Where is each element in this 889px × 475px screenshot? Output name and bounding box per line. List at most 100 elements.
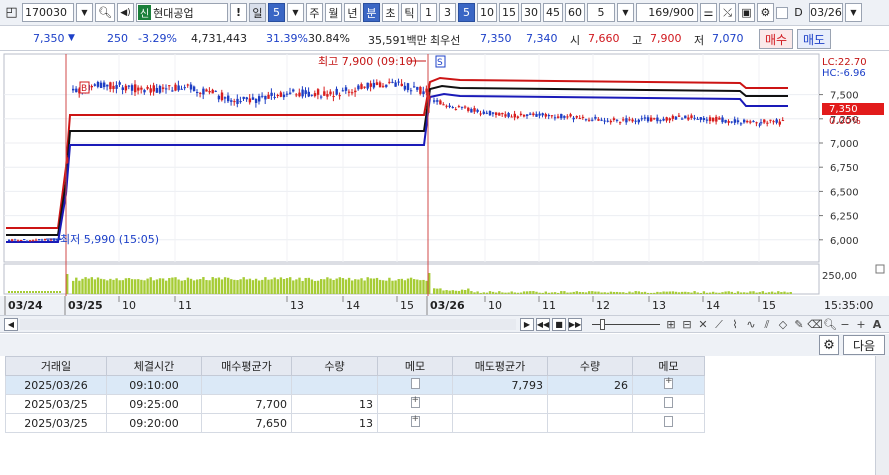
text-tool-icon[interactable]: ✎ (792, 318, 806, 331)
scroll-right-icon[interactable]: ▶ (520, 318, 534, 331)
candle (103, 82, 106, 88)
stop-icon[interactable]: ■ (552, 318, 566, 331)
memo-add-icon[interactable] (410, 395, 420, 408)
col-buy-avg[interactable]: 매수평균가 (201, 356, 292, 376)
candle (90, 86, 93, 88)
period-tick-button[interactable]: 틱 (400, 3, 418, 22)
font-size-icon[interactable]: A (870, 318, 884, 331)
custom-interval-dropdown-icon[interactable]: ▼ (616, 3, 634, 22)
col-exec-time[interactable]: 체결시간 (106, 356, 202, 376)
date-checkbox[interactable] (775, 6, 788, 19)
period-value[interactable]: 5 (267, 3, 285, 22)
rewind-icon[interactable]: ◀◀ (536, 318, 550, 331)
candle (671, 115, 675, 119)
zoom-in-icon[interactable]: + (854, 318, 868, 331)
table-row[interactable]: 2025/03/25 09:20:00 7,650 13 (5, 413, 705, 433)
alert-button[interactable]: ! (229, 3, 247, 22)
sound-icon[interactable]: ◀) (116, 3, 134, 22)
stock-name-box[interactable]: 신 현대공업 (135, 3, 228, 22)
candle (406, 83, 410, 91)
stock-code-dropdown-icon[interactable]: ▼ (76, 3, 93, 22)
scroll-left-icon[interactable]: ◀ (4, 318, 18, 331)
bar-count-input[interactable]: 169/900 (635, 3, 698, 22)
period-month-button[interactable]: 월 (324, 3, 342, 22)
interval-30-button[interactable]: 30 (520, 3, 541, 22)
interval-45-button[interactable]: 45 (542, 3, 563, 22)
memo-add-icon[interactable] (664, 376, 673, 389)
candle (491, 112, 495, 114)
trendline-icon[interactable]: ⟋ (712, 318, 726, 331)
interval-3-button[interactable]: 3 (438, 3, 456, 22)
interval-10-button[interactable]: 10 (476, 3, 497, 22)
search-icon[interactable]: 🔍︎ (95, 3, 115, 22)
crosshair-icon[interactable]: ✕ (696, 318, 710, 331)
custom-interval-input[interactable]: 5 (586, 3, 615, 22)
period-year-button[interactable]: 년 (343, 3, 361, 22)
volume-bar (140, 279, 143, 294)
memo-icon[interactable] (664, 397, 673, 408)
volume-bar (93, 279, 97, 294)
zoom-slider-handle[interactable] (600, 319, 605, 330)
period-week-button[interactable]: 주 (305, 3, 323, 22)
interval-5-button[interactable]: 5 (457, 3, 475, 22)
period-day-button[interactable]: 일 (248, 3, 266, 22)
chart-type-icon[interactable]: ⤯ (718, 3, 736, 22)
volume-bar (223, 277, 227, 294)
interval-60-button[interactable]: 60 (564, 3, 585, 22)
col-sell-memo[interactable]: 메모 (632, 356, 705, 376)
zoom-icon[interactable]: 🔍︎ (823, 318, 837, 331)
col-trade-date[interactable]: 거래일 (5, 356, 107, 376)
stock-code-input[interactable]: 170030 (22, 3, 74, 22)
table-row[interactable]: 2025/03/26 09:10:00 7,793 26 (5, 375, 705, 395)
chart-delete-icon[interactable]: ⌫ (807, 318, 823, 331)
col-sell-qty[interactable]: 수량 (547, 356, 633, 376)
volume-bar (761, 291, 764, 294)
sell-button[interactable]: 매도 (797, 29, 831, 49)
memo-icon[interactable] (664, 416, 673, 427)
zoom-out-icon[interactable]: − (838, 318, 852, 331)
next-button[interactable]: 다음 (843, 335, 885, 355)
volume-bar (310, 279, 314, 294)
col-sell-avg[interactable]: 매도평균가 (452, 356, 548, 376)
table-row[interactable]: 2025/03/25 09:25:00 7,700 13 (5, 394, 705, 414)
best-quote-label: 최우선 (430, 34, 461, 47)
period-second-button[interactable]: 초 (381, 3, 399, 22)
col-buy-qty[interactable]: 수량 (291, 356, 378, 376)
interval-15-button[interactable]: 15 (498, 3, 519, 22)
chart-scrollbar-track[interactable] (20, 319, 516, 330)
volume-bar (347, 277, 351, 294)
window-icon[interactable]: ◰ (3, 3, 20, 22)
candle-settings-icon[interactable]: ⚌ (699, 3, 717, 22)
memo-icon[interactable] (410, 378, 420, 389)
candle (347, 91, 351, 93)
interval-1-button[interactable]: 1 (419, 3, 437, 22)
price-chart[interactable]: 최고 7,900 (09:10) 최저 5,990 (15:05) B S 7,… (0, 52, 889, 315)
fast-forward-icon[interactable]: ▶▶ (568, 318, 582, 331)
candle (261, 95, 264, 97)
candle (230, 100, 233, 102)
chart-canvas[interactable]: 최고 7,900 (09:10) 최저 5,990 (15:05) B S 7,… (0, 52, 889, 315)
buy-button[interactable]: 매수 (759, 29, 793, 49)
volume-bar (637, 291, 640, 294)
trade-settings-gear-icon[interactable]: ⚙ (819, 335, 839, 355)
channel-icon[interactable]: ⫽ (760, 318, 774, 331)
candle (609, 120, 613, 123)
save-icon[interactable]: ▣ (737, 3, 755, 22)
fibonacci-icon[interactable]: ⌇ (728, 318, 742, 331)
volume-panel-close-icon[interactable] (875, 264, 885, 274)
candle (708, 117, 712, 122)
memo-add-icon[interactable] (410, 414, 420, 427)
volume-bar (115, 278, 118, 294)
date-input[interactable]: 03/26 (808, 3, 843, 22)
trade-panel-scrollbar[interactable] (875, 356, 889, 475)
candle (171, 90, 174, 92)
layout-icon[interactable]: ⊞ (664, 318, 678, 331)
grid-icon[interactable]: ⊟ (680, 318, 694, 331)
period-minute-button[interactable]: 분 (362, 3, 380, 22)
period-dropdown-icon[interactable]: ▼ (286, 3, 304, 22)
calendar-dropdown-icon[interactable]: ▼ (844, 3, 862, 22)
gear-icon[interactable]: ⚙ (756, 3, 774, 22)
shape-icon[interactable]: ◇ (776, 318, 790, 331)
col-buy-memo[interactable]: 메모 (377, 356, 453, 376)
wave-icon[interactable]: ∿ (744, 318, 758, 331)
